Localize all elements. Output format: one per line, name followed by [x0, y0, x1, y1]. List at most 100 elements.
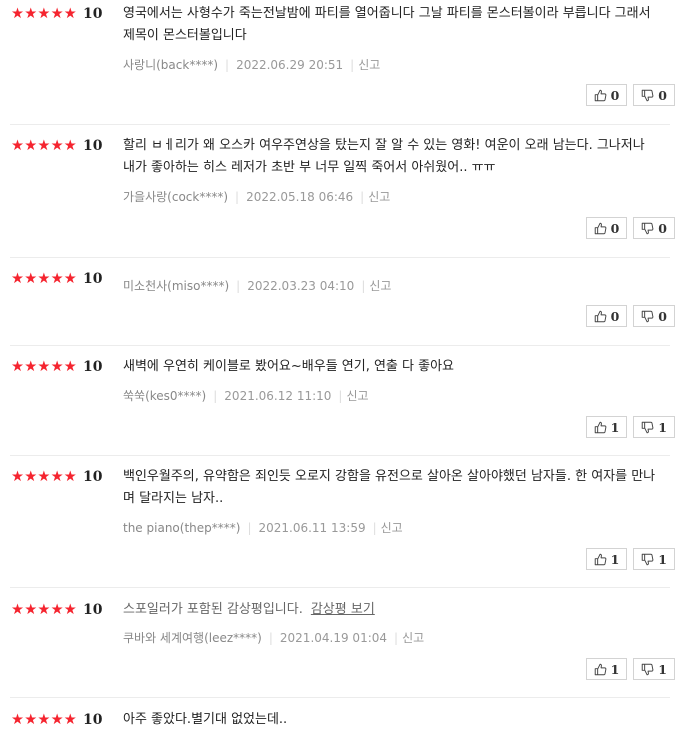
- thumbs-up-icon: [594, 663, 606, 675]
- review-meta: the piano(thep****) | 2021.06.11 13:59 | 신고: [123, 521, 403, 535]
- star-rating: ★★★★★: [11, 359, 77, 375]
- star-rating: ★★★★★: [11, 469, 77, 485]
- dislike-button[interactable]: 0: [633, 305, 675, 327]
- rating: ★★★★★ 10: [11, 272, 102, 287]
- review-text: 백인우월주의, 유약함은 죄인듯 오로지 강함을 유전으로 살아온 살아야했던 …: [123, 469, 656, 506]
- rating-score: 10: [83, 138, 103, 155]
- review-meta: 사랑니(back****) | 2022.06.29 20:51 | 신고: [123, 58, 381, 72]
- divider: [10, 455, 670, 456]
- rating-score: 10: [83, 602, 103, 619]
- review-text: 아주 좋았다.별기대 없었는데..: [123, 712, 288, 727]
- reviewer-name[interactable]: 가을사랑(cock****): [123, 190, 228, 204]
- rating-score: 10: [83, 712, 103, 729]
- vote-buttons: 1 1: [585, 658, 675, 680]
- star-rating: ★★★★★: [11, 6, 77, 22]
- star-rating: ★★★★★: [11, 602, 77, 618]
- rating-score: 10: [83, 469, 103, 486]
- like-count: 0: [610, 87, 620, 103]
- review-date: 2021.04.19 01:04: [279, 631, 388, 645]
- reviewer-name[interactable]: 쑥쑥(kes0****): [123, 389, 206, 403]
- review-date: 2021.06.11 13:59: [258, 521, 366, 535]
- star-rating: ★★★★★: [11, 712, 77, 728]
- report-link[interactable]: 신고: [381, 521, 403, 535]
- rating-score: 10: [83, 359, 103, 376]
- like-count: 1: [610, 661, 620, 677]
- report-link[interactable]: 신고: [358, 58, 380, 72]
- review-meta: 미소천사(miso****) | 2022.03.23 04:10 | 신고: [123, 279, 392, 293]
- thumbs-down-icon: [642, 222, 654, 234]
- vote-buttons: 0 0: [585, 84, 675, 106]
- review-text: 스포일러가 포함된 감상평입니다. 감상평 보기: [123, 599, 658, 621]
- review-text: 새벽에 우연히 케이블로 봤어요~배우들 연기, 연출 다 좋아요: [123, 359, 454, 374]
- divider: [10, 124, 670, 125]
- dislike-button[interactable]: 1: [633, 416, 675, 438]
- review-meta: 가을사랑(cock****) | 2022.05.18 06:46 | 신고: [123, 190, 391, 204]
- vote-buttons: 0 0: [585, 217, 675, 239]
- thumbs-down-icon: [642, 310, 654, 322]
- dislike-button[interactable]: 1: [633, 658, 675, 680]
- thumbs-down-icon: [642, 421, 654, 433]
- rating: ★★★★★ 10: [11, 713, 102, 728]
- review-text: 영국에서는 사형수가 죽는전날밤에 파티를 열어줍니다 그날 파티를 몬스터볼이…: [123, 6, 651, 43]
- rating: ★★★★★ 10: [11, 470, 102, 485]
- like-button[interactable]: 0: [585, 217, 628, 239]
- thumbs-up-icon: [594, 310, 606, 322]
- thumbs-up-icon: [594, 89, 606, 101]
- like-button[interactable]: 1: [585, 658, 628, 680]
- divider: [10, 345, 670, 346]
- rating-score: 10: [83, 271, 103, 288]
- dislike-count: 1: [658, 551, 667, 567]
- vote-buttons: 1 1: [585, 548, 675, 570]
- thumbs-down-icon: [642, 663, 654, 675]
- rating: ★★★★★ 10: [11, 7, 102, 22]
- review-date: 2022.06.29 20:51: [236, 58, 344, 72]
- review-meta: 쿠바와 세계여행(leez****) | 2021.04.19 01:04 | 신고: [123, 631, 425, 645]
- rating: ★★★★★ 10: [11, 139, 102, 154]
- like-count: 0: [610, 308, 620, 324]
- rating-score: 10: [83, 6, 103, 23]
- reviewer-name[interactable]: 미소천사(miso****): [123, 279, 229, 293]
- thumbs-up-icon: [594, 421, 606, 433]
- report-link[interactable]: 신고: [368, 190, 390, 204]
- star-rating: ★★★★★: [11, 138, 77, 154]
- thumbs-up-icon: [594, 222, 606, 234]
- like-button[interactable]: 1: [585, 416, 628, 438]
- spoiler-notice: 스포일러가 포함된 감상평입니다.: [123, 602, 303, 617]
- thumbs-down-icon: [642, 89, 654, 101]
- divider: [10, 697, 670, 698]
- review-date: 2022.03.23 04:10: [247, 279, 355, 293]
- star-rating: ★★★★★: [11, 271, 77, 287]
- like-count: 0: [610, 220, 620, 236]
- thumbs-up-icon: [594, 553, 606, 565]
- dislike-count: 0: [658, 87, 667, 103]
- review-text: 할리 ㅂㅔ리가 왜 오스카 여우주연상을 탔는지 잘 알 수 있는 영화! 여운…: [123, 138, 645, 175]
- dislike-count: 0: [658, 308, 667, 324]
- divider: [10, 257, 670, 258]
- like-count: 1: [610, 551, 620, 567]
- like-button[interactable]: 0: [585, 305, 628, 327]
- divider: [10, 587, 670, 588]
- review-date: 2021.06.12 11:10: [224, 389, 332, 403]
- dislike-count: 0: [658, 220, 667, 236]
- reviewer-name[interactable]: 사랑니(back****): [123, 58, 218, 72]
- dislike-count: 1: [658, 661, 667, 677]
- review-date: 2022.05.18 06:46: [246, 190, 354, 204]
- report-link[interactable]: 신고: [369, 279, 391, 293]
- rating: ★★★★★ 10: [11, 603, 102, 618]
- review-meta: 쑥쑥(kes0****) | 2021.06.12 11:10 | 신고: [123, 389, 369, 403]
- vote-buttons: 1 1: [585, 416, 675, 438]
- dislike-button[interactable]: 1: [633, 548, 675, 570]
- dislike-button[interactable]: 0: [633, 217, 675, 239]
- report-link[interactable]: 신고: [346, 389, 368, 403]
- thumbs-down-icon: [642, 553, 654, 565]
- like-button[interactable]: 0: [585, 84, 628, 106]
- dislike-button[interactable]: 0: [633, 84, 675, 106]
- rating: ★★★★★ 10: [11, 360, 102, 375]
- like-button[interactable]: 1: [585, 548, 628, 570]
- like-count: 1: [610, 419, 620, 435]
- reviewer-name[interactable]: 쿠바와 세계여행(leez****): [123, 631, 262, 645]
- view-spoiler-link[interactable]: 감상평 보기: [311, 602, 375, 617]
- reviewer-name[interactable]: the piano(thep****): [123, 521, 240, 535]
- vote-buttons: 0 0: [585, 305, 675, 327]
- report-link[interactable]: 신고: [402, 631, 424, 645]
